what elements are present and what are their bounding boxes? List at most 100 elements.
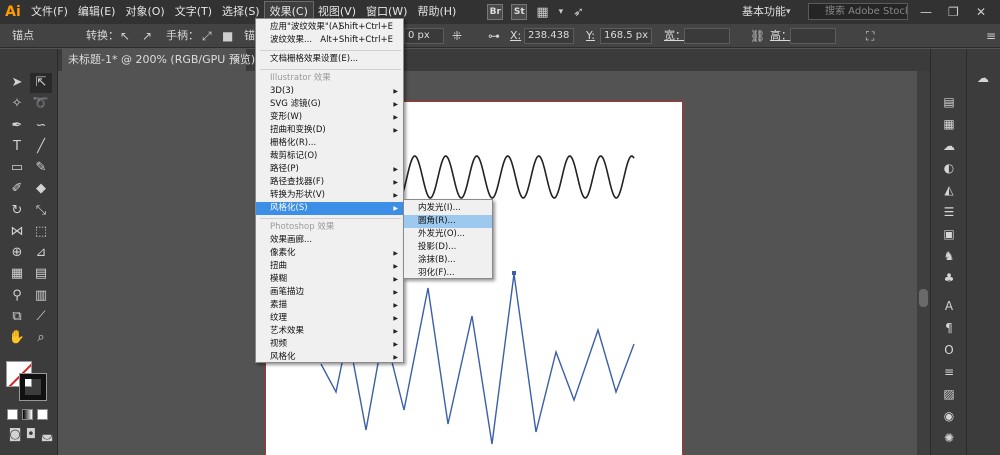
arrange-documents-icon[interactable]: ▦	[536, 5, 548, 20]
menu-item-brush-strokes[interactable]: 画笔描边 ▶	[256, 286, 403, 299]
convert-corner-icon[interactable]: ↖	[120, 24, 130, 48]
menu-item-artistic[interactable]: 艺术效果 ▶	[256, 325, 403, 338]
menu-item-3d[interactable]: 3D(3) ▶	[256, 85, 403, 98]
appearance-icon[interactable]: ◉	[939, 407, 959, 425]
menu-item-feather[interactable]: 羽化(F)...	[404, 267, 492, 280]
width-tool-icon[interactable]: ⋈	[6, 222, 28, 242]
menu-item-sketch[interactable]: 素描 ▶	[256, 299, 403, 312]
zoom-tool-icon[interactable]: ⌕	[30, 328, 52, 348]
pen-tool-icon[interactable]: ✒	[6, 116, 28, 136]
menu-item-drop-shadow[interactable]: 投影(D)...	[404, 241, 492, 254]
perspective-grid-icon[interactable]: ⊿	[30, 243, 52, 263]
align-panel-icon[interactable]: ≡	[939, 363, 959, 381]
type-tool-icon[interactable]: T	[6, 137, 28, 157]
magic-wand-icon[interactable]: ✧	[6, 94, 28, 114]
stroke-icon[interactable]: ☰	[939, 203, 959, 221]
menu-item-doc-raster[interactable]: 文档栅格效果设置(E)...	[256, 53, 403, 66]
menu-item-outer-glow[interactable]: 外发光(O)...	[404, 228, 492, 241]
layers-icon[interactable]: ▦	[939, 115, 959, 133]
menu-item-stylize[interactable]: 风格化(S) ▶	[256, 202, 403, 215]
menu-item-apply-last[interactable]: 应用"波纹效果"(A) Shift+Ctrl+E	[256, 21, 403, 34]
close-icon[interactable]: ×	[232, 49, 241, 71]
panel-menu-icon[interactable]: ≡	[986, 24, 996, 48]
gradient-icon[interactable]: ▣	[939, 225, 959, 243]
graph-tool-icon[interactable]: ▥	[30, 286, 52, 306]
libraries-icon[interactable]: ☁	[939, 137, 959, 155]
character-icon[interactable]: A	[939, 297, 959, 315]
free-transform-icon[interactable]: ⬚	[30, 222, 52, 242]
menu-item-svg-filters[interactable]: SVG 滤镜(G) ▶	[256, 98, 403, 111]
rotate-tool-icon[interactable]: ↻	[6, 201, 28, 221]
gradient-mode-swatch[interactable]	[22, 409, 33, 420]
artboard-tool-icon[interactable]: ⧉	[6, 307, 28, 327]
handle-hide-icon[interactable]: ■	[222, 24, 233, 48]
lasso-icon[interactable]: ➰	[30, 94, 52, 114]
maximize-icon[interactable]: ❐	[948, 2, 959, 22]
close-icon[interactable]: ✕	[976, 2, 986, 22]
opentype-icon[interactable]: O	[939, 341, 959, 359]
scrollbar-thumb[interactable]	[919, 289, 928, 307]
width-input[interactable]	[684, 28, 730, 44]
color-guide-icon[interactable]: ◭	[939, 181, 959, 199]
rectangle-tool-icon[interactable]: ▭	[6, 158, 28, 178]
menu-item-effect-gallery[interactable]: 效果画廊...	[256, 234, 403, 247]
curvature-tool-icon[interactable]: ∽	[30, 116, 52, 136]
menu-type[interactable]: 文字(T)	[170, 2, 217, 22]
transform-panel-icon[interactable]: ▨	[939, 385, 959, 403]
anchor-point[interactable]	[512, 271, 516, 275]
reference-point-icon[interactable]: ⁜	[452, 24, 462, 48]
menu-item-convert-to-shape[interactable]: 转换为形状(V) ▶	[256, 189, 403, 202]
eraser-icon[interactable]: ◆	[30, 179, 52, 199]
shaper-tool-icon[interactable]: ✐	[6, 179, 28, 199]
selection-tool-icon[interactable]: ➤	[6, 73, 28, 93]
hand-tool-icon[interactable]: ✋	[6, 328, 28, 348]
bridge-button[interactable]: Br	[487, 4, 504, 20]
transform-icon[interactable]: ⊶	[488, 24, 500, 48]
menu-help[interactable]: 帮助(H)	[412, 2, 461, 22]
menu-item-ps-stylize[interactable]: 风格化 ▶	[256, 351, 403, 364]
brushes-icon[interactable]: ♞	[939, 247, 959, 265]
color-mode-swatch[interactable]	[7, 409, 18, 420]
menu-item-pathfinder[interactable]: 路径查找器(F) ▶	[256, 176, 403, 189]
graphic-styles-icon[interactable]: ✺	[939, 429, 959, 447]
menu-item-scribble[interactable]: 涂抹(B)...	[404, 254, 492, 267]
none-mode-swatch[interactable]	[37, 409, 48, 420]
gradient-tool-icon[interactable]: ▤	[30, 264, 52, 284]
stroke-swatch[interactable]	[19, 373, 47, 401]
menu-item-texture[interactable]: 纹理 ▶	[256, 312, 403, 325]
vertical-scrollbar[interactable]	[917, 71, 930, 455]
align-icon[interactable]: ⛶	[866, 24, 874, 48]
corner-radius-field[interactable]: 0 px	[404, 28, 444, 44]
direct-selection-tool-icon[interactable]: ⇱	[30, 73, 52, 93]
menu-edit[interactable]: 编辑(E)	[73, 2, 121, 22]
menu-item-video[interactable]: 视频 ▶	[256, 338, 403, 351]
mesh-tool-icon[interactable]: ▦	[6, 264, 28, 284]
menu-item-pixelate[interactable]: 像素化 ▶	[256, 247, 403, 260]
menu-item-distort[interactable]: 扭曲 ▶	[256, 260, 403, 273]
stock-button[interactable]: St	[511, 4, 528, 20]
menu-item-crop-marks[interactable]: 裁剪标记(O)	[256, 150, 403, 163]
minimize-icon[interactable]: —	[920, 2, 932, 22]
menu-object[interactable]: 对象(O)	[120, 2, 169, 22]
sine-wave-path[interactable]	[375, 155, 635, 199]
menu-item-rasterize[interactable]: 栅格化(R)...	[256, 137, 403, 150]
paragraph-icon[interactable]: ¶	[939, 319, 959, 337]
y-input[interactable]: 168.5 px	[600, 28, 652, 44]
menu-item-blur[interactable]: 模糊 ▶	[256, 273, 403, 286]
eyedropper-icon[interactable]: ⚲	[6, 286, 28, 306]
gpu-performance-icon[interactable]: ➶	[573, 5, 584, 20]
scale-tool-icon[interactable]: ⤡	[30, 201, 52, 221]
menu-item-warp[interactable]: 变形(W) ▶	[256, 111, 403, 124]
menu-item-inner-glow[interactable]: 内发光(I)...	[404, 202, 492, 215]
menu-file[interactable]: 文件(F)	[26, 2, 73, 22]
chevron-down-icon[interactable]: ▾	[786, 2, 791, 22]
document-tab[interactable]: 未标题-1* @ 200% (RGB/GPU 预览)	[62, 49, 255, 71]
shape-builder-icon[interactable]: ⊕	[6, 243, 28, 263]
cc-libraries-icon[interactable]: ☁	[973, 69, 993, 87]
handle-show-icon[interactable]: ⤢	[202, 24, 212, 48]
convert-smooth-icon[interactable]: ↗	[142, 24, 152, 48]
color-icon[interactable]: ◐	[939, 159, 959, 177]
slice-tool-icon[interactable]: ⟋	[30, 307, 52, 327]
menu-item-distort-transform[interactable]: 扭曲和变换(D) ▶	[256, 124, 403, 137]
draw-inside-icon[interactable]: ◛	[36, 425, 58, 445]
